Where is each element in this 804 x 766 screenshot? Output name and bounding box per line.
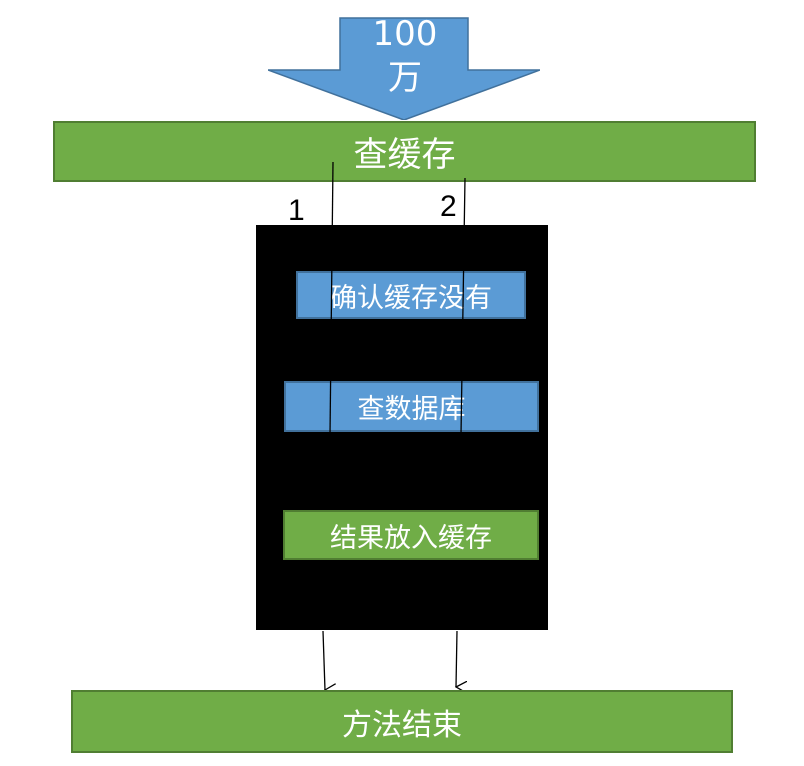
thread-1-arrow-down [322, 630, 325, 690]
step-2-label: 查数据库 [357, 394, 466, 425]
method-end-label: 方法结束 [342, 707, 462, 743]
arrow-label: 100 万 [355, 12, 455, 100]
thread-label-2: 2 [440, 190, 457, 223]
step-put-result-in-cache: 结果放入缓存 [283, 510, 539, 560]
step-3-label: 结果放入缓存 [330, 522, 492, 554]
thread-label-1: 1 [288, 194, 305, 227]
arrow-label-line-1: 100 [372, 14, 438, 54]
arrow-label-line-2: 万 [388, 58, 422, 98]
query-cache-bar: 查缓存 [53, 121, 756, 182]
step-query-database: 查数据库 [284, 381, 539, 432]
step-1-label: 确认缓存没有 [330, 282, 492, 314]
method-end-bar: 方法结束 [71, 690, 733, 753]
thread-2-arrow-down [456, 630, 457, 687]
step-confirm-cache-missing: 确认缓存没有 [296, 271, 526, 319]
query-cache-label: 查缓存 [353, 135, 456, 175]
